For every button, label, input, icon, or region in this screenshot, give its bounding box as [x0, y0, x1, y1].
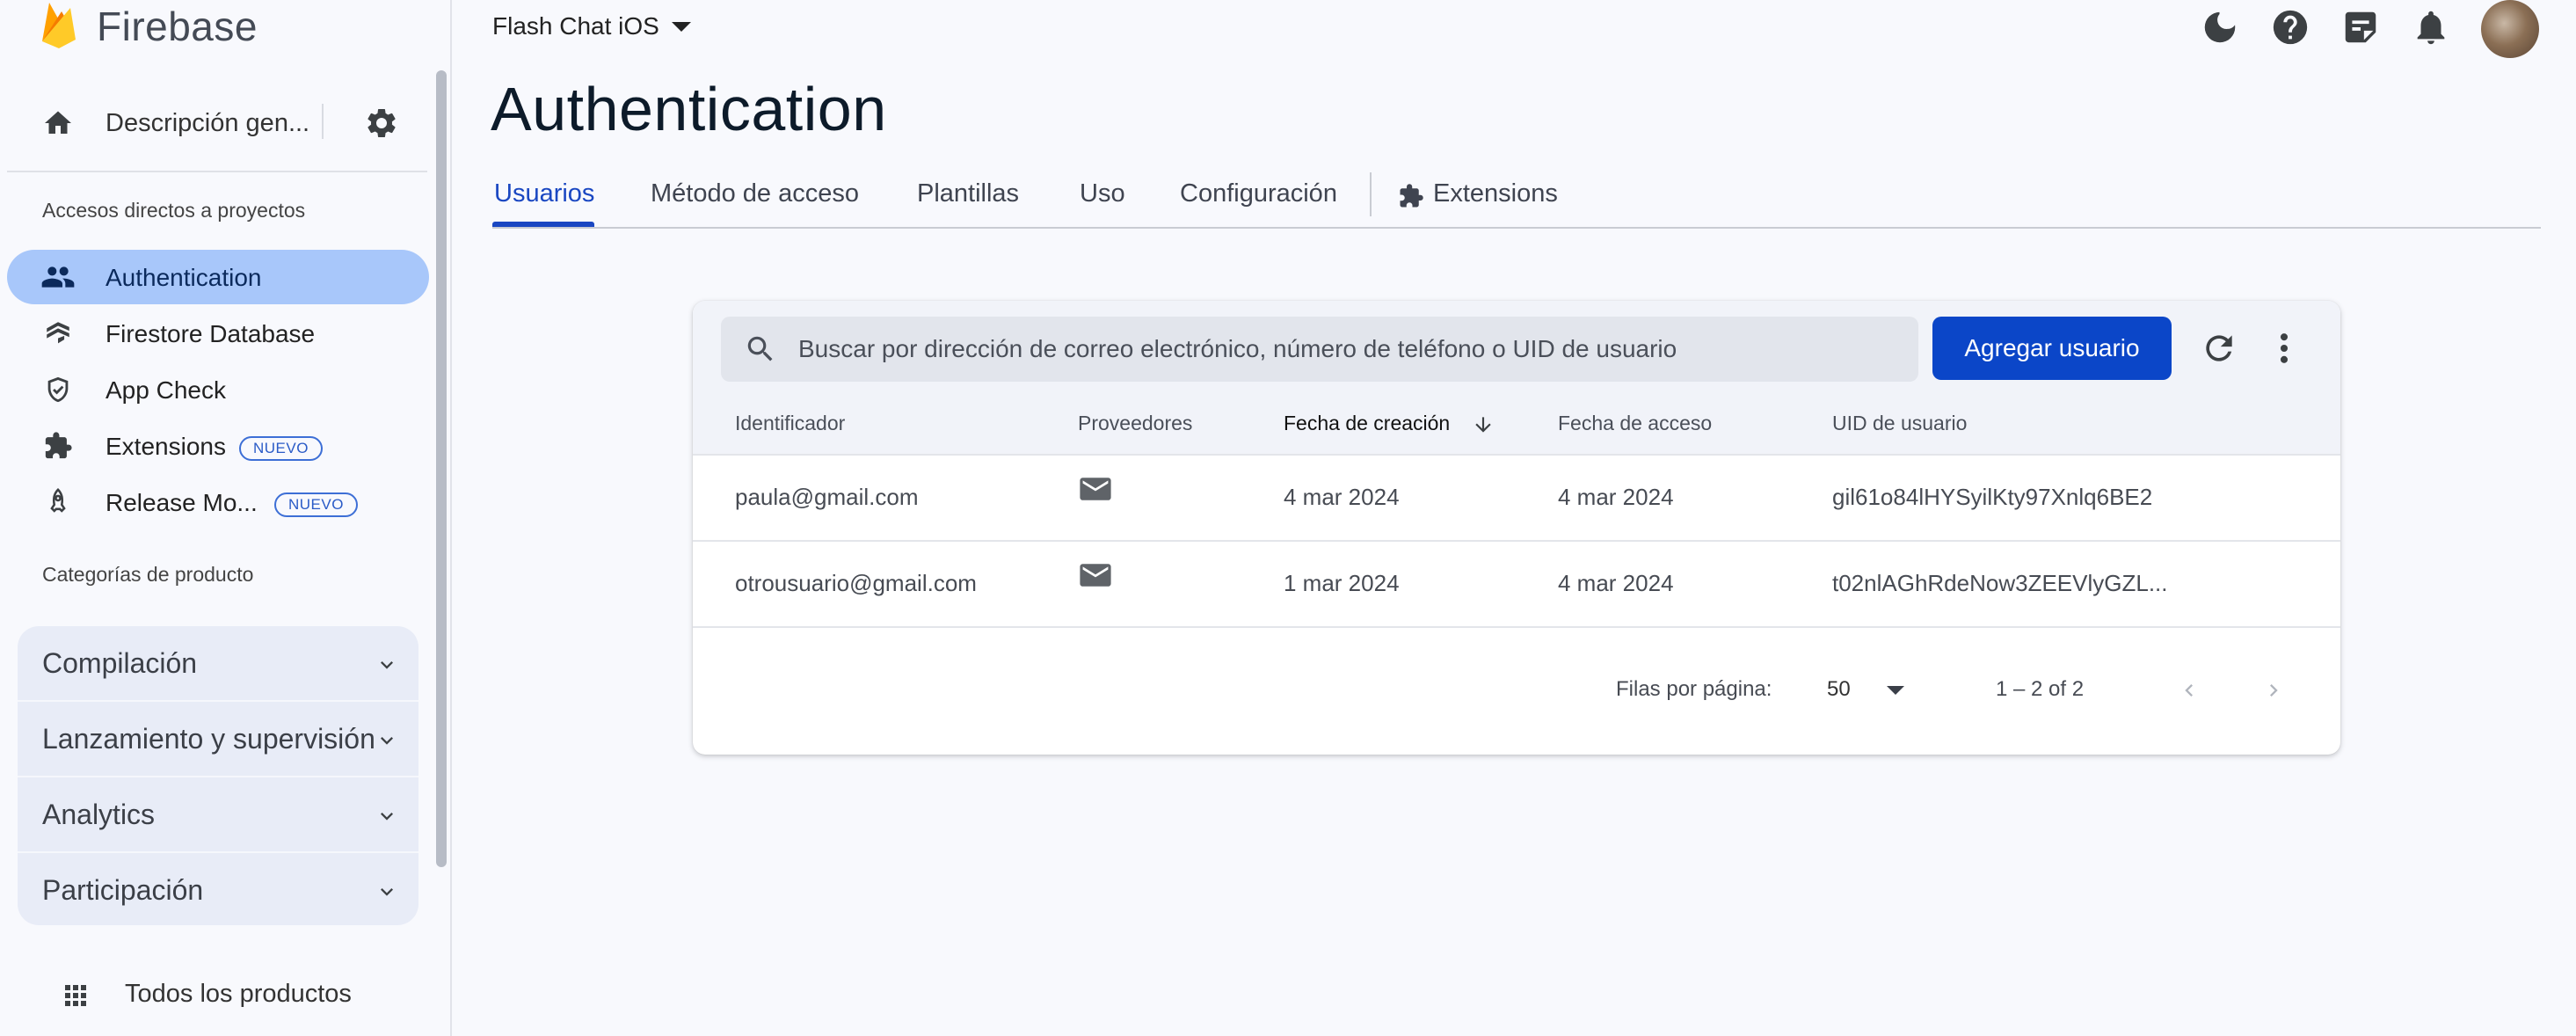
firebase-logo-icon [42, 3, 76, 48]
new-badge: NUEVO [239, 436, 323, 461]
cell-uid: gil61o84lHYSyilKty97Xnlq6BE2 [1832, 484, 2153, 510]
category-build[interactable]: Compilación [18, 626, 418, 702]
active-tab-indicator [492, 222, 594, 227]
column-header-providers[interactable]: Proveedores [1078, 412, 1192, 435]
cell-identifier: otrousuario@gmail.com [735, 570, 977, 596]
category-label: Lanzamiento y supervisión [42, 723, 375, 755]
caret-down-icon [671, 21, 691, 32]
category-label: Analytics [42, 799, 156, 830]
table-pagination: Filas por página: 50 1 – 2 of 2 [693, 626, 2340, 755]
arrow-down-icon[interactable] [1472, 412, 1495, 438]
sidebar: Firebase Descripción gen... Accesos dire… [0, 0, 452, 1036]
chevron-down-icon [381, 737, 393, 745]
column-header-signed-in[interactable]: Fecha de acceso [1558, 412, 1712, 435]
rows-per-page-select[interactable]: 50 [1827, 677, 1851, 702]
chevron-down-icon [381, 661, 393, 669]
tab-users[interactable]: Usuarios [494, 179, 594, 208]
gear-icon[interactable] [364, 106, 399, 141]
category-label: Participación [42, 874, 204, 906]
sidebar-item-label: App Check [106, 376, 226, 404]
rocket-icon [50, 488, 66, 513]
avatar[interactable] [2481, 0, 2539, 58]
sidebar-item-firestore[interactable]: Firestore Database [7, 306, 429, 361]
dark-mode-icon[interactable] [2200, 7, 2240, 47]
home-icon[interactable] [40, 107, 76, 139]
sidebar-item-label: Release Mo... [106, 489, 258, 516]
tab-settings[interactable]: Configuración [1180, 179, 1337, 208]
table-row[interactable]: paula@gmail.com 4 mar 2024 4 mar 2024 gi… [693, 454, 2340, 540]
new-badge: NUEVO [274, 492, 358, 517]
people-icon [41, 266, 75, 288]
search-box [721, 317, 1918, 382]
email-icon [1080, 478, 1111, 500]
firestore-icon [47, 322, 69, 344]
caret-down-icon[interactable] [1887, 686, 1904, 695]
cell-signed-in: 4 mar 2024 [1558, 484, 1674, 510]
refresh-icon[interactable] [2200, 329, 2238, 368]
sidebar-item-label: Firestore Database [106, 320, 316, 347]
shield-check-icon [47, 376, 69, 403]
category-engage[interactable]: Participación [18, 853, 418, 925]
page-title: Authentication [491, 75, 887, 143]
extension-icon [45, 432, 72, 459]
apps-grid-icon [65, 985, 86, 1006]
sidebar-scrollbar[interactable] [436, 70, 447, 867]
sidebar-item-extensions[interactable]: Extensions NUEVO [7, 419, 429, 473]
project-overview-link[interactable]: Descripción gen... [106, 109, 309, 138]
extension-icon [1400, 184, 1423, 208]
cell-uid: t02nlAGhRdeNow3ZEEVlyGZL... [1832, 570, 2168, 596]
notifications-icon[interactable] [2411, 7, 2451, 47]
tab-sign-in-method[interactable]: Método de acceso [651, 179, 859, 208]
shortcuts-label: Accesos directos a proyectos [42, 199, 306, 222]
category-release-monitor[interactable]: Lanzamiento y supervisión [18, 702, 418, 777]
chevron-right-icon[interactable] [2261, 675, 2286, 705]
cell-created: 1 mar 2024 [1284, 570, 1400, 596]
category-label: Compilación [42, 647, 198, 679]
categories-label: Categorías de producto [42, 563, 254, 586]
chevron-left-icon[interactable] [2177, 675, 2201, 705]
brand-name: Firebase [97, 4, 258, 49]
sidebar-item-authentication[interactable]: Authentication [7, 250, 429, 304]
page-range-label: 1 – 2 of 2 [1996, 677, 2085, 701]
cell-signed-in: 4 mar 2024 [1558, 570, 1674, 596]
help-icon[interactable] [2270, 7, 2310, 47]
search-input[interactable] [798, 329, 1897, 369]
project-selector[interactable]: Flash Chat iOS [492, 12, 691, 40]
all-products-label: Todos los productos [125, 980, 352, 1008]
project-overview-row: Descripción gen... [0, 91, 431, 153]
divider [7, 171, 427, 172]
chevron-down-icon [381, 888, 393, 896]
notes-icon[interactable] [2340, 7, 2381, 47]
users-table-card: Agregar usuario Identificador Proveedore… [693, 301, 2340, 755]
rows-per-page-label: Filas por página: [1616, 677, 1772, 701]
tab-bar: Usuarios Método de acceso Plantillas Uso… [492, 172, 2541, 229]
column-header-uid[interactable]: UID de usuario [1832, 412, 1967, 435]
column-header-created[interactable]: Fecha de creación [1284, 412, 1450, 435]
category-analytics[interactable]: Analytics [18, 777, 418, 853]
brand[interactable]: Firebase [39, 0, 258, 53]
cell-identifier: paula@gmail.com [735, 484, 919, 510]
tab-templates[interactable]: Plantillas [917, 179, 1019, 208]
more-vert-icon[interactable] [2275, 329, 2293, 368]
tab-usage[interactable]: Uso [1080, 179, 1125, 208]
cell-created: 4 mar 2024 [1284, 484, 1400, 510]
project-name: Flash Chat iOS [492, 12, 659, 40]
tab-extensions[interactable]: Extensions [1433, 179, 1558, 208]
email-icon [1080, 564, 1111, 587]
add-user-button[interactable]: Agregar usuario [1932, 317, 2172, 380]
sidebar-item-release-monitor[interactable]: Release Mo... NUEVO [7, 475, 429, 529]
sidebar-item-label: Authentication [106, 264, 262, 291]
column-header-identifier[interactable]: Identificador [735, 412, 845, 435]
search-icon [747, 336, 773, 361]
divider [1370, 172, 1372, 216]
sidebar-item-app-check[interactable]: App Check [7, 362, 429, 417]
product-categories: Compilación Lanzamiento y supervisión An… [18, 626, 418, 925]
table-toolbar: Agregar usuario Identificador Proveedore… [693, 301, 2340, 454]
divider [322, 104, 324, 139]
table-row[interactable]: otrousuario@gmail.com 1 mar 2024 4 mar 2… [693, 540, 2340, 626]
chevron-down-icon [381, 813, 393, 821]
sidebar-item-label: Extensions [106, 433, 226, 460]
